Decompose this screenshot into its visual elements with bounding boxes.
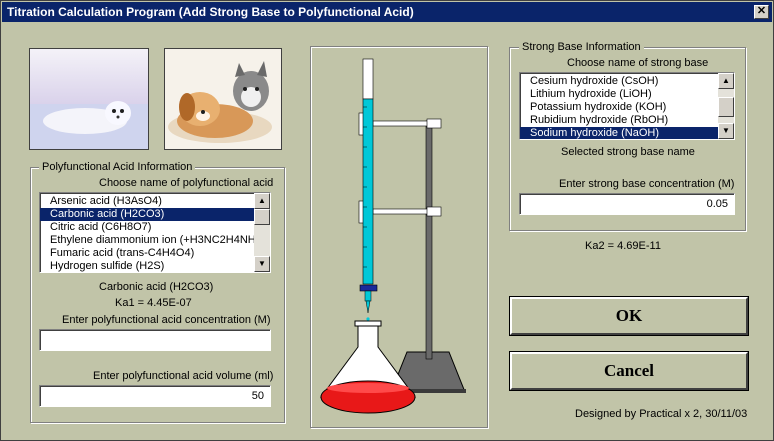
ok-button-label[interactable]: OK	[616, 306, 642, 325]
ka1-value: Ka1 = 4.45E-07	[115, 297, 192, 309]
base-choose-label: Choose name of strong base	[567, 57, 709, 69]
scroll-down-icon[interactable]: ▼	[718, 123, 734, 139]
base-conc-input[interactable]: 0.05	[519, 193, 735, 215]
titration-apparatus-icon	[320, 58, 466, 414]
cancel-button[interactable]: Cancel	[510, 352, 748, 390]
acid-vol-label: Enter polyfunctional acid volume (ml)	[93, 370, 274, 382]
scroll-up-icon[interactable]: ▲	[718, 73, 734, 89]
credits-footer: Designed by Practical x 2, 30/11/03	[575, 408, 748, 420]
base-listbox[interactable]: Cesium hydroxide (CsOH) Lithium hydroxid…	[519, 72, 735, 140]
acid-conc-label: Enter polyfunctional acid concentration …	[62, 314, 271, 326]
acid-list-item[interactable]: Hydrogen sulfide (H2S)	[40, 260, 270, 272]
base-list-item[interactable]: Cesium hydroxide (CsOH)	[520, 75, 734, 88]
acid-list-item[interactable]: Arsenic acid (H3AsO4)	[40, 195, 270, 208]
pets-photo	[164, 48, 282, 150]
apparatus-panel	[310, 46, 488, 428]
acid-list-item[interactable]: Citric acid (C6H8O7)	[40, 221, 270, 234]
acid-list-item[interactable]: Fumaric acid (trans-C4H4O4)	[40, 247, 270, 260]
close-button[interactable]: ✕	[754, 5, 769, 19]
acid-vol-input[interactable]: 50	[39, 385, 271, 407]
scroll-down-icon[interactable]: ▼	[254, 256, 270, 272]
base-scroll-thumb[interactable]	[718, 97, 734, 117]
seal-photo	[29, 48, 149, 150]
acid-scroll-thumb[interactable]	[254, 209, 270, 225]
acid-list-item-selected[interactable]: Carbonic acid (H2CO3)	[40, 208, 270, 221]
base-list-item-selected[interactable]: Sodium hydroxide (NaOH)	[520, 127, 734, 139]
ka2-value: Ka2 = 4.69E-11	[585, 240, 661, 252]
acid-listbox[interactable]: Arsenic acid (H3AsO4) Carbonic acid (H2C…	[39, 192, 271, 273]
ok-button[interactable]: OK	[510, 297, 748, 335]
cancel-button-label[interactable]: Cancel	[604, 361, 654, 380]
acid-list-item[interactable]: Ethylene diammonium ion (+H3NC2H4NH3+)	[40, 234, 270, 247]
acid-group-label: Polyfunctional Acid Information	[39, 161, 196, 173]
base-conc-label: Enter strong base concentration (M)	[559, 178, 735, 190]
acid-selected-name: Carbonic acid (H2CO3)	[99, 281, 214, 293]
base-list-item[interactable]: Rubidium hydroxide (RbOH)	[520, 114, 734, 127]
acid-scrollbar[interactable]: ▲ ▼	[254, 193, 270, 272]
base-list-item[interactable]: Potassium hydroxide (KOH)	[520, 101, 734, 114]
acid-choose-label: Choose name of polyfunctional acid	[99, 177, 274, 189]
base-group-label: Strong Base Information	[519, 41, 644, 53]
title-bar: Titration Calculation Program (Add Stron…	[2, 2, 772, 22]
window-title: Titration Calculation Program (Add Stron…	[7, 5, 414, 19]
base-list-item[interactable]: Lithium hydroxide (LiOH)	[520, 88, 734, 101]
base-selected-label: Selected strong base name	[561, 146, 695, 158]
close-icon[interactable]: ✕	[757, 5, 766, 17]
scroll-up-icon[interactable]: ▲	[254, 193, 270, 209]
base-scrollbar[interactable]: ▲ ▼	[718, 73, 734, 139]
acid-conc-input[interactable]	[39, 329, 271, 351]
dialog-window: Titration Calculation Program (Add Stron…	[0, 0, 774, 441]
